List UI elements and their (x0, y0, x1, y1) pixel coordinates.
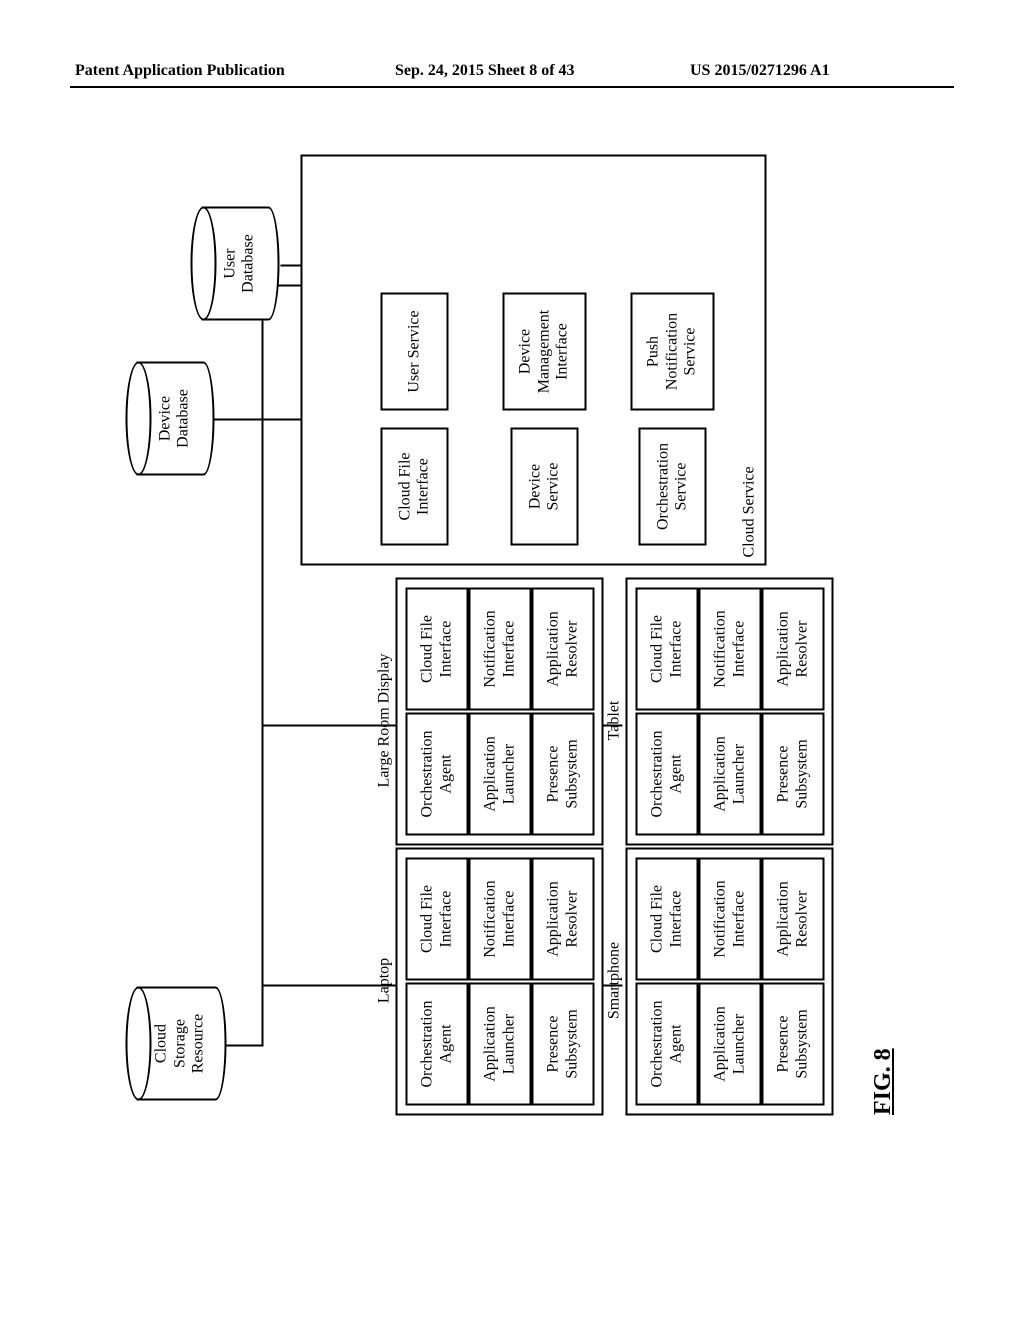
tablet-presence-subsystem: Presence Subsystem (762, 713, 825, 836)
laptop-presence-subsystem-label: Presence Subsystem (545, 1009, 582, 1078)
smartphone-notification-interface-label: Notification Interface (712, 880, 749, 957)
laptop-app-resolver-label: Application Resolver (545, 881, 582, 957)
tablet-orchestration-agent-label: Orchestration Agent (649, 730, 686, 817)
laptop-cloud-file-interface: Cloud File Interface (406, 858, 469, 981)
laptop-app-launcher-label: Application Launcher (482, 1006, 519, 1082)
lrd-orchestration-agent-label: Orchestration Agent (419, 730, 456, 817)
lrd-cloud-file-interface-label: Cloud File Interface (419, 615, 456, 683)
user-service-label: User Service (405, 310, 423, 392)
lrd-title: Large Room Display (376, 596, 394, 846)
cloud-storage-label: Cloud Storage Resource (153, 1014, 208, 1074)
laptop-orchestration-agent-label: Orchestration Agent (419, 1000, 456, 1087)
lrd-orchestration-agent: Orchestration Agent (406, 713, 469, 836)
cloud-service-label: Cloud Service (740, 466, 758, 557)
smartphone-title: Smartphone (606, 856, 624, 1106)
smartphone-orchestration-agent-label: Orchestration Agent (649, 1000, 686, 1087)
smartphone-notification-interface: Notification Interface (699, 858, 762, 981)
lrd-cloud-file-interface: Cloud File Interface (406, 588, 469, 711)
header-center: Sep. 24, 2015 Sheet 8 of 43 (395, 62, 575, 80)
smartphone-app-launcher: Application Launcher (699, 983, 762, 1106)
laptop-orchestration-agent: Orchestration Agent (406, 983, 469, 1106)
cloud-file-interface-label: Cloud File Interface (396, 453, 433, 521)
lrd-app-resolver-label: Application Resolver (545, 611, 582, 687)
header-right: US 2015/0271296 A1 (690, 62, 830, 80)
push-notification-service-label: Push Notification Service (645, 313, 700, 390)
lrd-presence-subsystem: Presence Subsystem (532, 713, 595, 836)
cloud-file-interface-box: Cloud File Interface (381, 428, 449, 546)
lrd-app-resolver: Application Resolver (532, 588, 595, 711)
figure-inner: Cloud Storage Resource Device Database U… (91, 146, 936, 1146)
device-service-box: Device Service (511, 428, 579, 546)
orchestration-service-label: Orchestration Service (654, 443, 691, 530)
tablet-notification-interface: Notification Interface (699, 588, 762, 711)
smartphone-cloud-file-interface: Cloud File Interface (636, 858, 699, 981)
tablet-app-launcher-label: Application Launcher (712, 736, 749, 812)
laptop-cloud-file-interface-label: Cloud File Interface (419, 885, 456, 953)
laptop-notification-interface-label: Notification Interface (482, 880, 519, 957)
lrd-notification-interface-label: Notification Interface (482, 610, 519, 687)
device-service-label: Device Service (526, 463, 563, 511)
lrd-app-launcher: Application Launcher (469, 713, 532, 836)
laptop-presence-subsystem: Presence Subsystem (532, 983, 595, 1106)
tablet-presence-subsystem-label: Presence Subsystem (775, 739, 812, 808)
push-notification-service-box: Push Notification Service (631, 293, 715, 411)
user-db-cylinder: User Database (191, 211, 279, 321)
tablet-cloud-file-interface: Cloud File Interface (636, 588, 699, 711)
user-db-label: User Database (221, 234, 258, 293)
laptop-app-launcher: Application Launcher (469, 983, 532, 1106)
device-db-label: Device Database (156, 389, 193, 448)
smartphone-cloud-file-interface-label: Cloud File Interface (649, 885, 686, 953)
user-service-box: User Service (381, 293, 449, 411)
tablet-orchestration-agent: Orchestration Agent (636, 713, 699, 836)
tablet-app-launcher: Application Launcher (699, 713, 762, 836)
laptop-title: Laptop (376, 856, 394, 1106)
device-mgmt-interface-box: Device Management Interface (503, 293, 587, 411)
header-rule (70, 86, 954, 88)
tablet-notification-interface-label: Notification Interface (712, 610, 749, 687)
smartphone-app-launcher-label: Application Launcher (712, 1006, 749, 1082)
device-mgmt-interface-label: Device Management Interface (517, 310, 572, 394)
cloud-storage-cylinder: Cloud Storage Resource (126, 991, 226, 1101)
lrd-app-launcher-label: Application Launcher (482, 736, 519, 812)
smartphone-app-resolver-label: Application Resolver (775, 881, 812, 957)
smartphone-presence-subsystem-label: Presence Subsystem (775, 1009, 812, 1078)
smartphone-presence-subsystem: Presence Subsystem (762, 983, 825, 1106)
page: Patent Application Publication Sep. 24, … (0, 0, 1024, 1320)
smartphone-app-resolver: Application Resolver (762, 858, 825, 981)
header-left: Patent Application Publication (75, 62, 285, 80)
laptop-app-resolver: Application Resolver (532, 858, 595, 981)
tablet-app-resolver: Application Resolver (762, 588, 825, 711)
device-db-cylinder: Device Database (126, 366, 214, 476)
tablet-cloud-file-interface-label: Cloud File Interface (649, 615, 686, 683)
laptop-notification-interface: Notification Interface (469, 858, 532, 981)
tablet-app-resolver-label: Application Resolver (775, 611, 812, 687)
lrd-notification-interface: Notification Interface (469, 588, 532, 711)
smartphone-orchestration-agent: Orchestration Agent (636, 983, 699, 1106)
orchestration-service-box: Orchestration Service (639, 428, 707, 546)
tablet-title: Tablet (606, 596, 624, 846)
figure-caption: FIG. 8 (870, 1048, 897, 1115)
figure-canvas: Cloud Storage Resource Device Database U… (13, 223, 1013, 1068)
lrd-presence-subsystem-label: Presence Subsystem (545, 739, 582, 808)
